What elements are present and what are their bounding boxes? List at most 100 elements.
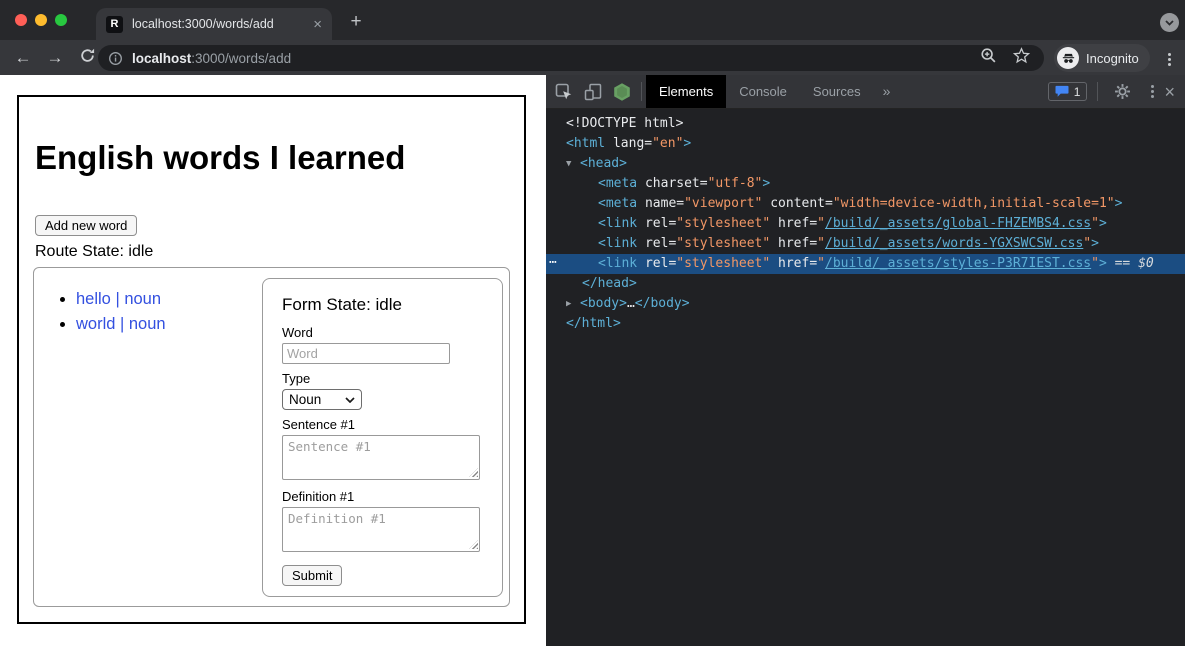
- zoom-icon: [980, 47, 997, 64]
- code-line[interactable]: ▼<head>: [546, 154, 1185, 174]
- more-tabs-button[interactable]: »: [874, 75, 900, 108]
- line-menu-icon[interactable]: ⋯: [549, 253, 557, 273]
- expand-arrow-icon[interactable]: ▶: [566, 294, 580, 314]
- browser-menu-button[interactable]: [1168, 51, 1171, 68]
- devtools-settings-button[interactable]: [1112, 82, 1132, 102]
- tab-strip: R localhost:3000/words/add × +: [0, 0, 1185, 40]
- code-token-val: ": [1091, 216, 1099, 231]
- code-token-tag: <body>: [580, 296, 627, 311]
- node-devtools-button[interactable]: [612, 82, 632, 102]
- devtools-tab-console[interactable]: Console: [726, 75, 800, 108]
- devtools-close-button[interactable]: ×: [1164, 83, 1175, 101]
- code-token-val: "stylesheet": [676, 236, 770, 251]
- url-path: :3000/words/add: [191, 51, 291, 66]
- new-tab-button[interactable]: +: [344, 10, 368, 34]
- code-line[interactable]: <link rel="stylesheet" href="/build/_ass…: [546, 234, 1185, 254]
- word-label: Word: [282, 325, 483, 340]
- code-line[interactable]: <meta name="viewport" content="width=dev…: [546, 194, 1185, 214]
- browser-tab[interactable]: R localhost:3000/words/add ×: [96, 8, 332, 40]
- code-token-val: "utf-8": [708, 176, 763, 191]
- type-select[interactable]: Noun: [282, 389, 362, 410]
- code-token-tag: <link: [598, 216, 637, 231]
- nodejs-icon: [612, 82, 632, 102]
- code-token-tag: <head>: [580, 156, 627, 171]
- code-token-attr: href: [770, 236, 809, 251]
- word-input[interactable]: [282, 343, 450, 364]
- tab-close-icon[interactable]: ×: [313, 17, 322, 32]
- code-token-val: ": [817, 256, 825, 271]
- code-line[interactable]: <link rel="stylesheet" href="/build/_ass…: [546, 214, 1185, 234]
- code-token-plain: …: [627, 296, 635, 311]
- collapse-arrow-icon[interactable]: ▼: [566, 154, 580, 174]
- code-token-tag: <html: [566, 136, 605, 151]
- tab-title: localhost:3000/words/add: [132, 17, 307, 31]
- code-token-tag: </body>: [635, 296, 690, 311]
- code-token-eq: =: [825, 196, 833, 211]
- forward-button[interactable]: →: [45, 48, 65, 68]
- code-token-tag: <meta: [598, 196, 637, 211]
- address-bar[interactable]: localhost:3000/words/add: [98, 45, 1044, 71]
- code-line[interactable]: ⋯<link rel="stylesheet" href="/build/_as…: [546, 254, 1185, 274]
- code-token-val: "stylesheet": [676, 216, 770, 231]
- route-state-text: Route State: idle: [35, 243, 153, 261]
- code-token-attr: lang: [605, 136, 644, 151]
- devtools-code: <!DOCTYPE html><html lang="en">▼<head><m…: [546, 109, 1185, 646]
- toolbar-divider: [1097, 82, 1098, 101]
- browser-toolbar: ← → localhost:3000/words/add Incog: [0, 40, 1185, 75]
- inspect-element-button[interactable]: [554, 82, 574, 102]
- add-new-word-button[interactable]: Add new word: [35, 215, 137, 236]
- code-token-tag: >: [683, 136, 691, 151]
- code-token-tag: <link: [598, 236, 637, 251]
- sentence-textarea[interactable]: [282, 435, 480, 480]
- star-icon: [1013, 47, 1030, 64]
- add-word-form: Form State: idle Word Type Noun Sentence…: [262, 278, 503, 597]
- bookmark-button[interactable]: [1013, 47, 1030, 69]
- chevron-down-icon: [345, 397, 355, 403]
- url-text: localhost:3000/words/add: [132, 51, 291, 66]
- definition-textarea[interactable]: [282, 507, 480, 552]
- devtools-tabs: ElementsConsoleSources: [646, 75, 874, 108]
- code-token-eq: =: [644, 136, 652, 151]
- code-line[interactable]: <html lang="en">: [546, 134, 1185, 154]
- device-toolbar-button[interactable]: [583, 82, 603, 102]
- zoom-page-button[interactable]: [980, 47, 997, 69]
- page-viewport: English words I learned Add new word Rou…: [0, 75, 546, 646]
- code-token-dollar: $0: [1138, 256, 1154, 271]
- issues-counter-button[interactable]: 1: [1048, 82, 1088, 101]
- window-close-button[interactable]: [15, 14, 27, 26]
- site-info-icon[interactable]: [108, 51, 123, 66]
- code-line[interactable]: ▶<body>…</body>: [546, 294, 1185, 314]
- devtools-tab-sources[interactable]: Sources: [800, 75, 874, 108]
- type-select-value: Noun: [289, 392, 321, 407]
- window-minimize-button[interactable]: [35, 14, 47, 26]
- reload-button[interactable]: [77, 47, 97, 67]
- submit-button[interactable]: Submit: [282, 565, 342, 586]
- code-token-tag: <link: [598, 256, 637, 271]
- window-fullscreen-button[interactable]: [55, 14, 67, 26]
- code-line[interactable]: </html>: [546, 314, 1185, 334]
- code-token-eq: =: [700, 176, 708, 191]
- devtools-tab-elements[interactable]: Elements: [646, 75, 726, 108]
- type-label: Type: [282, 371, 483, 386]
- gear-icon: [1114, 83, 1131, 100]
- word-link[interactable]: world | noun: [76, 315, 166, 333]
- code-token-eq: =: [809, 236, 817, 251]
- code-token-tag: <meta: [598, 176, 637, 191]
- code-token-link[interactable]: /build/_assets/words-YGXSWCSW.css: [825, 236, 1083, 251]
- code-token-link[interactable]: /build/_assets/global-FHZEMBS4.css: [825, 216, 1091, 231]
- code-line[interactable]: <meta charset="utf-8">: [546, 174, 1185, 194]
- form-state-text: Form State: idle: [282, 295, 483, 315]
- code-token-val: ": [817, 216, 825, 231]
- code-line[interactable]: </head>: [546, 274, 1185, 294]
- code-token-tag: >: [1099, 256, 1107, 271]
- back-button[interactable]: ←: [13, 48, 33, 68]
- devtools-menu-button[interactable]: [1151, 83, 1154, 100]
- tab-search-button[interactable]: [1160, 13, 1179, 32]
- code-token-val: "viewport": [684, 196, 762, 211]
- code-token-link[interactable]: /build/_assets/styles-P3R7IEST.css: [825, 256, 1091, 271]
- code-line[interactable]: <!DOCTYPE html>: [546, 114, 1185, 134]
- browser-window: R localhost:3000/words/add × + ← → local…: [0, 0, 1185, 646]
- code-token-attr: rel: [637, 256, 668, 271]
- code-token-attr: href: [770, 256, 809, 271]
- word-link[interactable]: hello | noun: [76, 290, 161, 308]
